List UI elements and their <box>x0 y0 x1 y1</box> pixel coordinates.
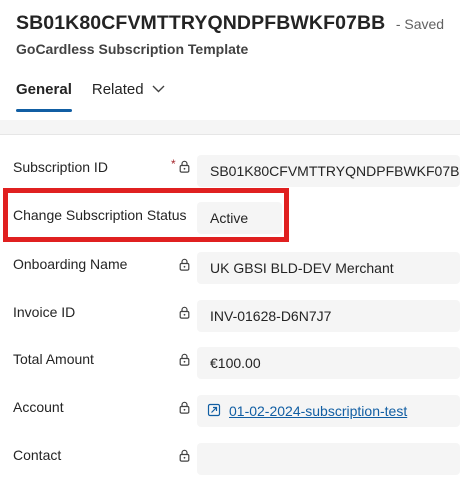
subscription-id-field[interactable]: SB01K80CFVMTTRYQNDPFBWKF07BB <box>197 155 460 187</box>
general-section: Subscription ID * SB01K80CFVMTTRYQNDPFBW… <box>0 134 460 488</box>
total-amount-field[interactable]: €100.00 <box>197 347 460 379</box>
contact-field[interactable] <box>197 443 460 475</box>
tab-related-label: Related <box>91 80 144 98</box>
account-link[interactable]: 01-02-2024-subscription-test <box>229 403 407 419</box>
tab-general[interactable]: General <box>16 78 72 112</box>
subscription-id-label: Subscription ID <box>13 159 108 175</box>
total-amount-label: Total Amount <box>13 351 94 367</box>
invoice-id-label: Invoice ID <box>13 304 76 320</box>
change-subscription-status-label: Change Subscription Status <box>13 207 187 223</box>
lock-icon <box>178 400 190 414</box>
saved-status: - Saved <box>395 16 445 32</box>
lock-icon <box>178 448 190 462</box>
required-indicator: * <box>171 157 176 171</box>
invoice-id-field[interactable]: INV-01628-D6N7J7 <box>197 300 460 332</box>
account-lookup: 01-02-2024-subscription-test <box>207 403 407 420</box>
lock-icon <box>178 159 190 173</box>
record-title: SB01K80CFVMTTRYQNDPFBWKF07BB <box>16 12 386 34</box>
form-header: SB01K80CFVMTTRYQNDPFBWKF07BB - Saved GoC… <box>0 0 460 120</box>
onboarding-name-label: Onboarding Name <box>13 256 128 272</box>
tab-related[interactable]: Related <box>92 78 165 100</box>
chevron-down-icon <box>152 85 165 93</box>
account-label: Account <box>13 399 64 415</box>
lock-icon <box>178 352 190 366</box>
record-link-icon <box>207 403 221 420</box>
tab-list: General Related <box>16 78 165 112</box>
change-subscription-status-field[interactable]: Active <box>197 202 282 234</box>
onboarding-name-field[interactable]: UK GBSI BLD-DEV Merchant <box>197 252 460 284</box>
account-field: 01-02-2024-subscription-test <box>197 395 460 427</box>
lock-icon <box>178 305 190 319</box>
lock-icon <box>178 257 190 271</box>
tab-general-label: General <box>16 80 72 98</box>
contact-label: Contact <box>13 447 62 463</box>
entity-name: GoCardless Subscription Template <box>16 41 249 57</box>
title-row: SB01K80CFVMTTRYQNDPFBWKF07BB - Saved <box>16 12 444 35</box>
